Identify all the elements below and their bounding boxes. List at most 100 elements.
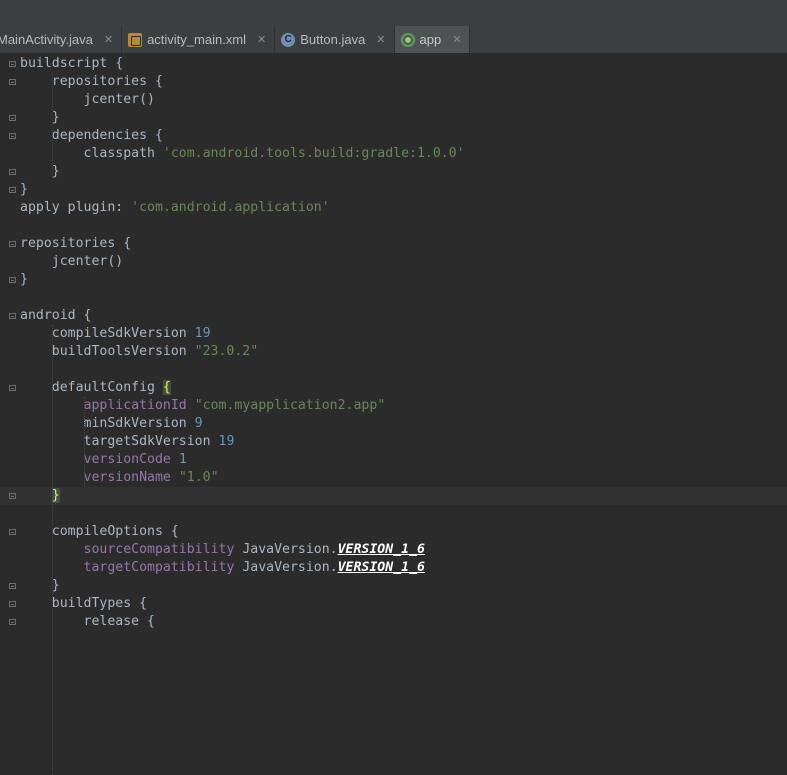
code-text: android { <box>20 307 91 325</box>
code-line[interactable]: repositories { <box>0 73 787 91</box>
fold-marker-icon[interactable] <box>9 529 16 535</box>
code-text: compileSdkVersion 19 <box>20 325 211 343</box>
code-text: minSdkVersion 9 <box>20 415 203 433</box>
fold-marker-icon[interactable] <box>9 169 16 175</box>
tab-app-gradle[interactable]: app ✕ <box>394 26 471 53</box>
code-line[interactable]: versionName "1.0" <box>0 469 787 487</box>
fold-marker-icon[interactable] <box>9 493 16 499</box>
code-token: VERSION_1_6 <box>337 542 425 557</box>
fold-marker-icon[interactable] <box>9 583 16 589</box>
close-icon[interactable]: ✕ <box>257 33 266 46</box>
code-line[interactable]: } <box>0 163 787 181</box>
code-text: } <box>20 163 60 181</box>
code-line[interactable]: repositories { <box>0 235 787 253</box>
class-icon <box>281 32 296 47</box>
code-text: classpath 'com.android.tools.build:gradl… <box>20 145 465 163</box>
code-line[interactable] <box>0 289 787 307</box>
code-text: release { <box>20 613 155 631</box>
code-line[interactable]: classpath 'com.android.tools.build:gradl… <box>0 145 787 163</box>
code-text: apply plugin: 'com.android.application' <box>20 199 330 217</box>
code-text: defaultConfig { <box>20 379 171 397</box>
fold-marker-icon[interactable] <box>9 313 16 319</box>
code-token: 1 <box>178 452 187 467</box>
code-line[interactable]: apply plugin: 'com.android.application' <box>0 199 787 217</box>
fold-marker-icon[interactable] <box>9 133 16 139</box>
code-line[interactable]: targetSdkVersion 19 <box>0 433 787 451</box>
code-line[interactable]: buildToolsVersion "23.0.2" <box>0 343 787 361</box>
code-line[interactable]: jcenter() <box>0 253 787 271</box>
code-text: versionCode 1 <box>20 451 187 469</box>
code-line[interactable]: jcenter() <box>0 91 787 109</box>
code-token: repositories { <box>20 74 163 89</box>
code-token: jcenter() <box>20 92 155 107</box>
tab-mainactivity-java[interactable]: MainActivity.java ✕ <box>0 26 123 53</box>
fold-marker-icon[interactable] <box>9 115 16 121</box>
code-token: defaultConfig <box>20 380 163 395</box>
code-line[interactable]: buildTypes { <box>0 595 787 613</box>
fold-marker-icon[interactable] <box>9 385 16 391</box>
indent-guide <box>52 325 53 775</box>
code-token: android { <box>20 308 92 323</box>
code-token: compileOptions { <box>20 524 179 539</box>
code-token: jcenter() <box>20 254 124 269</box>
fold-marker-icon[interactable] <box>9 601 16 607</box>
code-text: versionName "1.0" <box>20 469 219 487</box>
code-line[interactable] <box>0 505 787 523</box>
fold-marker-icon[interactable] <box>9 619 16 625</box>
code-token: buildTypes { <box>20 596 148 611</box>
code-line[interactable]: release { <box>0 613 787 631</box>
fold-marker-icon[interactable] <box>9 277 16 283</box>
code-editor[interactable]: buildscript { repositories { jcenter() }… <box>0 54 787 775</box>
code-line[interactable]: android { <box>0 307 787 325</box>
code-line[interactable] <box>0 217 787 235</box>
code-token: sourceCompatibility <box>83 542 235 557</box>
code-line[interactable]: versionCode 1 <box>0 451 787 469</box>
code-token: JavaVersion. <box>234 542 338 557</box>
fold-marker-icon[interactable] <box>9 61 16 67</box>
code-token: 'com.android.tools.build:gradle:1.0.0' <box>162 146 465 161</box>
close-icon[interactable]: ✕ <box>376 33 385 46</box>
code-line[interactable]: } <box>0 577 787 595</box>
tab-label: Button.java <box>300 32 366 47</box>
code-line[interactable]: compileSdkVersion 19 <box>0 325 787 343</box>
code-line[interactable]: buildscript { <box>0 55 787 73</box>
code-text: buildscript { <box>20 55 123 73</box>
code-line[interactable]: } <box>0 109 787 127</box>
code-token: "1.0" <box>178 470 219 485</box>
code-line[interactable]: targetCompatibility JavaVersion.VERSION_… <box>0 559 787 577</box>
close-icon[interactable]: ✕ <box>452 33 461 46</box>
code-line[interactable]: } <box>0 487 787 505</box>
fold-marker-icon[interactable] <box>9 241 16 247</box>
code-line[interactable]: } <box>0 271 787 289</box>
code-token: targetSdkVersion <box>20 434 219 449</box>
code-token: 'com.android.application' <box>131 200 330 215</box>
code-line[interactable]: compileOptions { <box>0 523 787 541</box>
code-line[interactable]: dependencies { <box>0 127 787 145</box>
code-line[interactable]: sourceCompatibility JavaVersion.VERSION_… <box>0 541 787 559</box>
code-text: } <box>20 271 28 289</box>
code-text: sourceCompatibility JavaVersion.VERSION_… <box>20 541 425 559</box>
code-text: repositories { <box>20 235 131 253</box>
code-token: dependencies { <box>20 128 163 143</box>
tab-activity-main-xml[interactable]: activity_main.xml ✕ <box>122 26 276 53</box>
code-line[interactable]: defaultConfig { <box>0 379 787 397</box>
code-line[interactable]: applicationId "com.myapplication2.app" <box>0 397 787 415</box>
tab-label: MainActivity.java <box>0 32 93 47</box>
code-token: repositories { <box>20 236 132 251</box>
code-line[interactable]: minSdkVersion 9 <box>0 415 787 433</box>
code-token: { <box>162 380 171 395</box>
tab-label: app <box>419 32 442 47</box>
code-token: applicationId <box>83 398 187 413</box>
code-line[interactable]: } <box>0 181 787 199</box>
fold-marker-icon[interactable] <box>9 79 16 85</box>
code-token: buildToolsVersion <box>20 344 195 359</box>
close-icon[interactable]: ✕ <box>104 33 113 46</box>
code-line[interactable] <box>0 361 787 379</box>
tab-button-java[interactable]: Button.java ✕ <box>275 26 395 53</box>
fold-marker-icon[interactable] <box>9 187 16 193</box>
code-text: applicationId "com.myapplication2.app" <box>20 397 386 415</box>
code-text: repositories { <box>20 73 163 91</box>
